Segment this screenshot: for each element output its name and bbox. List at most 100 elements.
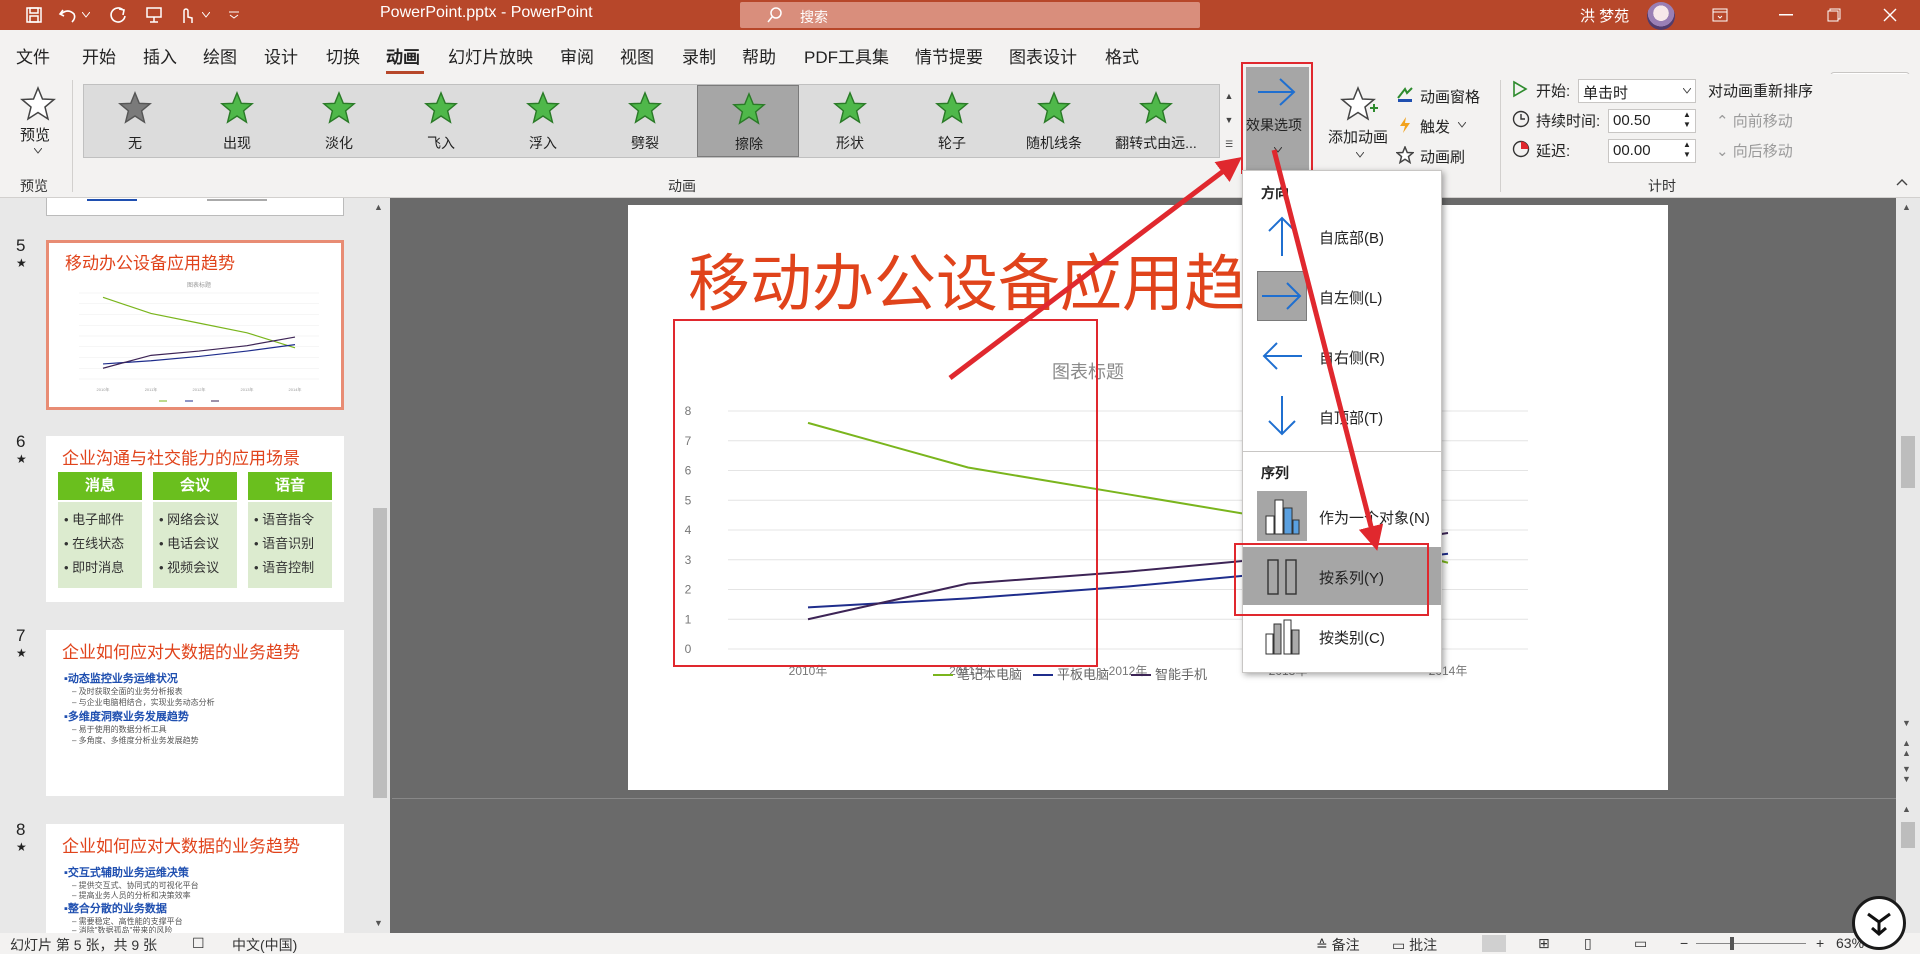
canvas-scrollbar[interactable]: ▲ ▼ ▲ ▲ ▼ ▼ ▲ <box>1896 198 1920 933</box>
slide-sorter-icon[interactable]: ⊞ <box>1538 935 1550 952</box>
group-divider <box>1500 80 1501 192</box>
menu-animations[interactable]: 动画 <box>386 43 420 68</box>
start-dropdown-icon <box>1683 88 1691 94</box>
gallery-up-icon[interactable]: ▲ <box>1221 84 1237 108</box>
collapse-ribbon-icon[interactable] <box>1896 178 1908 186</box>
menu-home[interactable]: 开始 <box>82 43 116 68</box>
animation-effect-10[interactable]: 翻转式由远... <box>1105 85 1207 157</box>
slide-thumbnail-4[interactable] <box>46 198 344 216</box>
present-icon[interactable] <box>140 2 168 28</box>
save-icon[interactable] <box>20 2 48 28</box>
menu-storyboard[interactable]: 情节提要 <box>915 43 983 68</box>
zoom-slider-thumb[interactable] <box>1730 937 1734 950</box>
menu-chart-design[interactable]: 图表设计 <box>1009 43 1077 68</box>
next-slide-icon[interactable]: ▼ ▼ <box>1902 764 1911 784</box>
notes-button[interactable]: ≙ 备注 <box>1316 935 1360 954</box>
touch-dropdown-icon[interactable] <box>198 2 214 28</box>
move-later-button[interactable]: ⌄ 向后移动 <box>1716 140 1793 161</box>
gallery-more-icon[interactable]: ☰ <box>1221 132 1237 156</box>
slide-thumbnail-8[interactable]: 企业如何应对大数据的业务趋势 ▪交互式辅助业务运维决策 – 提供交互式、协同式的… <box>46 824 344 933</box>
menu-insert[interactable]: 插入 <box>143 43 177 68</box>
direction-label: 自底部(B) <box>1319 230 1384 247</box>
accessibility-icon[interactable]: ☐ <box>192 935 205 952</box>
language-indicator[interactable]: 中文(中国) <box>232 935 297 954</box>
slideshow-view-icon[interactable]: ▭ <box>1634 935 1647 952</box>
animation-effect-4[interactable]: 浮入 <box>492 85 594 157</box>
notes-scroll-up-icon[interactable]: ▲ <box>1902 804 1911 814</box>
menu-format[interactable]: 格式 <box>1105 43 1139 68</box>
slide-title[interactable]: 移动办公设备应用趋势 <box>688 233 1308 323</box>
animation-effect-2[interactable]: 淡化 <box>288 85 390 157</box>
comments-button[interactable]: ▭ 批注 <box>1392 935 1437 954</box>
zoom-out-button[interactable]: − <box>1680 935 1688 951</box>
thumb-title: 企业如何应对大数据的业务趋势 <box>62 643 300 662</box>
animation-pane-button[interactable]: 动画窗格 <box>1396 84 1506 106</box>
slide-number: 7 <box>16 626 26 645</box>
customize-quick-access-icon[interactable] <box>220 2 248 28</box>
menu-slideshow[interactable]: 幻灯片放映 <box>448 43 533 68</box>
animation-effect-5[interactable]: 劈裂 <box>594 85 696 157</box>
direction-from-top[interactable]: 自顶部(T) <box>1243 387 1441 445</box>
menu-pdf-tools[interactable]: PDF工具集 <box>804 43 889 68</box>
animation-effect-6[interactable]: 擦除 <box>697 85 799 157</box>
move-earlier-button[interactable]: ⌃ 向前移动 <box>1716 110 1793 131</box>
animation-painter-button[interactable]: 动画刷 <box>1396 144 1496 166</box>
thumb-subline: – 消除"数据孤岛"带来的风险 <box>72 926 173 933</box>
add-animation-button[interactable]: 添加动画 <box>1328 84 1392 174</box>
reading-view-icon[interactable]: ▯ <box>1584 935 1592 952</box>
menu-draw[interactable]: 绘图 <box>203 43 237 68</box>
touch-mode-icon[interactable] <box>172 2 200 28</box>
scroll-up-icon[interactable]: ▲ <box>1902 202 1911 212</box>
user-name[interactable]: 洪 梦苑 <box>1580 5 1629 26</box>
ribbon-display-options-icon[interactable] <box>1706 2 1734 28</box>
scroll-thumb[interactable] <box>1901 436 1915 488</box>
slide-thumbnail-6[interactable]: 企业沟通与社交能力的应用场景 消息 • 电子邮件 • 在线状态 • 即时消息 会… <box>46 436 344 602</box>
menu-file[interactable]: 文件 <box>16 43 50 68</box>
thumbnail-scrollbar[interactable]: ▲ ▼ <box>370 198 390 933</box>
notes-scroll-thumb[interactable] <box>1901 822 1915 848</box>
normal-view-icon[interactable] <box>1482 935 1506 952</box>
menu-transitions[interactable]: 切换 <box>326 43 360 68</box>
menu-view[interactable]: 视图 <box>620 43 654 68</box>
menu-record[interactable]: 录制 <box>682 43 716 68</box>
slide-thumbnail-5[interactable]: 移动办公设备应用趋势 图表标题 2010年 2011年 2012年 2013年 2014年 <box>46 240 344 410</box>
current-slide[interactable]: 移动办公设备应用趋势 图表标题 0 1 2 3 4 5 6 7 8 2010年 2011年 2012年 2… <box>628 205 1668 790</box>
animation-effect-9[interactable]: 随机线条 <box>1003 85 1105 157</box>
preview-button[interactable]: 预览 <box>14 84 62 164</box>
animation-effect-7[interactable]: 形状 <box>799 85 901 157</box>
menu-design[interactable]: 设计 <box>264 43 298 68</box>
previous-slide-icon[interactable]: ▲ ▲ <box>1902 738 1911 758</box>
direction-from-bottom[interactable]: 自底部(B) <box>1243 207 1441 265</box>
animation-effect-0[interactable]: 无 <box>84 85 186 157</box>
gallery-down-icon[interactable]: ▼ <box>1221 108 1237 132</box>
zoom-slider[interactable] <box>1696 943 1806 944</box>
search-box[interactable]: 搜索 <box>740 2 1200 28</box>
start-select[interactable]: 单击时 <box>1578 79 1696 103</box>
direction-from-right[interactable]: 自右侧(R) <box>1243 327 1441 385</box>
undo-dropdown-icon[interactable] <box>78 2 94 28</box>
restore-icon[interactable] <box>1820 2 1848 28</box>
animation-effect-8[interactable]: 轮子 <box>901 85 1003 157</box>
animation-effect-3[interactable]: 飞入 <box>390 85 492 157</box>
scroll-down-icon[interactable]: ▼ <box>1902 718 1911 728</box>
minimize-icon[interactable] <box>1772 2 1800 28</box>
trigger-button[interactable]: 触发 <box>1396 114 1476 136</box>
sequence-as-one-object[interactable]: 作为一个对象(N) <box>1243 487 1441 545</box>
menu-review[interactable]: 审阅 <box>560 43 594 68</box>
animation-effect-1[interactable]: 出现 <box>186 85 288 157</box>
zoom-in-button[interactable]: + <box>1816 935 1824 951</box>
scroll-down-icon[interactable]: ▼ <box>374 918 383 928</box>
close-icon[interactable] <box>1876 2 1904 28</box>
effect-options-button[interactable]: 效果选项 <box>1241 62 1313 174</box>
delay-input[interactable]: 00.00 ▲ ▼ <box>1608 139 1696 163</box>
scroll-up-icon[interactable]: ▲ <box>374 202 383 212</box>
duration-input[interactable]: 00.50 ▲ ▼ <box>1608 109 1696 133</box>
slide-thumbnail-7[interactable]: 企业如何应对大数据的业务趋势 ▪动态监控业务运维状况 – 及时获取全面的业务分析… <box>46 630 344 796</box>
menu-help[interactable]: 帮助 <box>742 43 776 68</box>
redo-icon[interactable] <box>104 2 132 28</box>
avatar[interactable] <box>1647 2 1675 30</box>
duration-spinner-icon[interactable]: ▲ ▼ <box>1683 110 1691 130</box>
direction-from-left[interactable]: 自左侧(L) <box>1243 267 1441 325</box>
scroll-thumb[interactable] <box>373 508 387 798</box>
delay-spinner-icon[interactable]: ▲ ▼ <box>1683 140 1691 160</box>
